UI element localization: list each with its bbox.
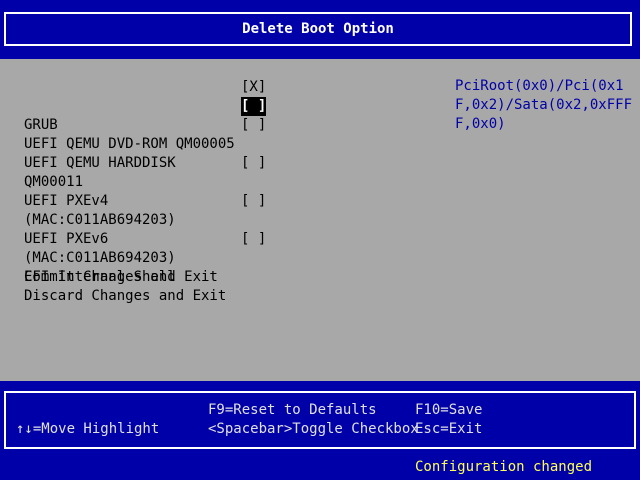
hint-save: F10=Save	[415, 402, 483, 418]
page-title: Delete Boot Option	[4, 12, 632, 46]
hint-exit: Esc=Exit	[415, 421, 483, 437]
hint-reset: F9=Reset to Defaults	[208, 402, 377, 418]
checkbox-efi-shell[interactable]: [ ]	[241, 230, 266, 249]
hint-move: ↑↓=Move Highlight	[16, 421, 160, 437]
bios-setup-screen: Delete Boot Option GRUB [X] UEFI QEMU DV…	[0, 0, 640, 480]
checkbox-pxev4[interactable]: [ ]	[241, 154, 266, 173]
checkbox-dvd-rom[interactable]: [ ]	[241, 97, 267, 116]
commit-changes-button[interactable]: Commit Changes and Exit	[24, 268, 218, 287]
checkbox-pxev6[interactable]: [ ]	[241, 192, 266, 211]
status-message: Configuration changed	[415, 459, 593, 475]
checkbox-grub[interactable]: [X]	[241, 78, 266, 97]
device-path-help: PciRoot(0x0)/Pci(0x1F,0x2)/Sata(0x2,0xFF…	[455, 78, 633, 132]
hint-toggle: <Spacebar>Toggle Checkbox	[208, 421, 419, 437]
checkbox-harddisk[interactable]: [ ]	[241, 116, 266, 135]
discard-changes-button[interactable]: Discard Changes and Exit	[24, 287, 226, 306]
